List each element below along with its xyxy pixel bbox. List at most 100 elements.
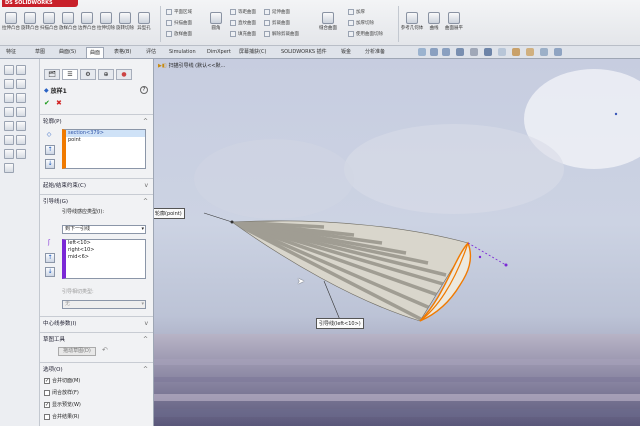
- extrude-boss-button[interactable]: 拉伸凸台: [2, 12, 20, 31]
- extend-surface-button[interactable]: 延伸曲面: [264, 9, 290, 15]
- view-orientation-icon[interactable]: [484, 48, 492, 56]
- tab-analysis-prep[interactable]: 分析准备: [362, 47, 388, 58]
- tab-surfaces[interactable]: 曲面: [86, 47, 105, 58]
- list-item[interactable]: left<10>: [66, 240, 145, 247]
- ok-button[interactable]: ✔: [44, 99, 50, 107]
- configuration-manager-tab[interactable]: ⚙: [80, 69, 96, 80]
- hide-show-icon[interactable]: [512, 48, 520, 56]
- knit-surface-button[interactable]: 缝合曲面: [319, 12, 337, 31]
- merge-result-checkbox[interactable]: 合并结果(R): [44, 413, 79, 420]
- options-section-header[interactable]: 选项(O) ^: [43, 365, 151, 375]
- offset-surface-button[interactable]: 等距曲面: [230, 9, 256, 15]
- right-plane-icon[interactable]: [16, 135, 26, 145]
- thicken-cut-button[interactable]: 加厚切除: [348, 20, 374, 26]
- list-item[interactable]: point: [66, 137, 145, 144]
- loft-surface-button[interactable]: 放样曲面: [166, 31, 192, 37]
- sweep-surface-button[interactable]: 扫描曲面: [166, 20, 192, 26]
- reference-geometry-button[interactable]: 参考几何体: [401, 12, 423, 31]
- profile-callout[interactable]: 轮廓(point): [154, 208, 185, 219]
- show-preview-checkbox[interactable]: ✓ 显示预览(W): [44, 401, 81, 408]
- list-item[interactable]: mid<6>: [66, 254, 145, 261]
- tab-tables[interactable]: 表格(B): [111, 47, 134, 58]
- material-icon[interactable]: [16, 93, 26, 103]
- thicken-button[interactable]: 加厚: [348, 9, 365, 15]
- move-down-button[interactable]: ↓: [45, 159, 55, 169]
- tab-sheetmetal[interactable]: 钣金: [338, 47, 354, 58]
- boundary-boss-button[interactable]: 边界凸台: [78, 12, 96, 31]
- tab-addins[interactable]: SOLIDWORKS 插件: [278, 47, 330, 58]
- appearance-icon[interactable]: [526, 48, 534, 56]
- cancel-button[interactable]: ✖: [56, 99, 62, 107]
- view-settings-icon[interactable]: [554, 48, 562, 56]
- revolve-cut-button[interactable]: 旋转切除: [116, 12, 134, 31]
- zoom-fit-icon[interactable]: [430, 48, 438, 56]
- tab-screen-capture[interactable]: 屏幕捕获(C): [236, 47, 269, 58]
- config-icon[interactable]: [4, 93, 14, 103]
- breadcrumb[interactable]: ▶◧ 扫描引导线 (默认<<默...: [158, 62, 225, 70]
- curves-button[interactable]: 曲线: [426, 12, 442, 31]
- guide-move-down-button[interactable]: ↓: [45, 267, 55, 277]
- close-loft-checkbox[interactable]: 闭合放样(F): [44, 389, 79, 396]
- trim-surface-button[interactable]: 剪裁曲面: [264, 20, 290, 26]
- guide-influence-select[interactable]: 到下一引线 ▾: [62, 225, 146, 234]
- sweep-boss-button[interactable]: 扫描凸台: [40, 12, 58, 31]
- ruled-surface-button[interactable]: 直纹曲面: [230, 20, 256, 26]
- display-manager-tab[interactable]: ●: [116, 69, 132, 80]
- tab-evaluate[interactable]: 评估: [143, 47, 159, 58]
- previous-view-icon[interactable]: [456, 48, 464, 56]
- section-view-icon[interactable]: [470, 48, 478, 56]
- annotations-icon[interactable]: [4, 163, 14, 173]
- display-style-icon[interactable]: [498, 48, 506, 56]
- fill-surface-button[interactable]: 填充曲面: [230, 31, 256, 37]
- origin-icon[interactable]: [16, 149, 26, 159]
- tab-dimxpert[interactable]: DimXpert: [204, 47, 234, 58]
- undo-sketch-drag-icon[interactable]: ↶: [102, 346, 108, 354]
- guide-move-up-button[interactable]: ↑: [45, 253, 55, 263]
- help-icon[interactable]: ?: [140, 86, 148, 94]
- merge-tangent-checkbox[interactable]: ✓ 合并切面(M): [44, 377, 80, 384]
- sensors-icon[interactable]: [4, 149, 14, 159]
- profiles-list[interactable]: section<379> point: [62, 129, 146, 169]
- centerline-params-header[interactable]: 中心线参数(I) v: [43, 319, 151, 329]
- graphics-area[interactable]: ▶◧ 扫描引导线 (默认<<默... 轮廓(point) 引导线(left<10…: [154, 59, 640, 426]
- list-item[interactable]: right<10>: [66, 247, 145, 254]
- property-manager-tab[interactable]: ☰: [62, 69, 78, 80]
- scene-icon[interactable]: [540, 48, 548, 56]
- planar-surface-button[interactable]: 平面区域: [166, 9, 192, 15]
- feature-manager-tab[interactable]: 🗂: [44, 69, 60, 80]
- sketch-tools-header[interactable]: 草图工具 ^: [43, 335, 151, 345]
- zoom-area-icon[interactable]: [442, 48, 450, 56]
- move-up-button[interactable]: ↑: [45, 145, 55, 155]
- surface-flatten-button[interactable]: 曲面展平: [445, 12, 463, 31]
- list-item[interactable]: section<379>: [66, 130, 145, 137]
- property-icon[interactable]: [4, 79, 14, 89]
- tab-sketch[interactable]: 草图: [32, 47, 48, 58]
- surface-cut-button[interactable]: 使用曲面切除: [348, 31, 383, 37]
- surface-bodies-icon[interactable]: [16, 79, 26, 89]
- profiles-section-header[interactable]: 轮廓(P) ^: [43, 117, 151, 127]
- guides-list[interactable]: left<10> right<10> mid<6>: [62, 239, 146, 279]
- tab-simulation[interactable]: Simulation: [166, 47, 199, 58]
- fillet-button[interactable]: 圆角: [208, 12, 224, 31]
- drag-sketch-button[interactable]: 拖动草图(D): [58, 347, 96, 356]
- dimxpert-icon[interactable]: [4, 107, 14, 117]
- guides-section-header[interactable]: 引导线(G) ^: [43, 197, 151, 207]
- dimxpert-manager-tab[interactable]: ⊕: [98, 69, 114, 80]
- history-icon[interactable]: [4, 135, 14, 145]
- display-icon[interactable]: [4, 121, 14, 131]
- loft-boss-button[interactable]: 放样凸台: [59, 12, 77, 31]
- front-plane-icon[interactable]: [16, 107, 26, 117]
- guide-callout[interactable]: 引导线(left<10>): [316, 318, 364, 329]
- tab-features[interactable]: 特征: [3, 47, 19, 58]
- feature-tree-icon[interactable]: [4, 65, 14, 75]
- untrim-surface-button[interactable]: 解除剪裁曲面: [264, 31, 299, 37]
- tab-surfaces-s[interactable]: 曲面(S): [56, 47, 79, 58]
- search-icon[interactable]: [418, 48, 426, 56]
- tangent-type-select[interactable]: 无 ▾: [62, 300, 146, 309]
- solid-bodies-icon[interactable]: [16, 65, 26, 75]
- top-plane-icon[interactable]: [16, 121, 26, 131]
- revolve-boss-button[interactable]: 旋转凸台: [21, 12, 39, 31]
- hole-wizard-button[interactable]: 异型孔: [136, 12, 152, 31]
- start-end-constraints-header[interactable]: 起始/结束约束(C) v: [43, 181, 151, 191]
- extrude-cut-button[interactable]: 拉伸切除: [97, 12, 115, 31]
